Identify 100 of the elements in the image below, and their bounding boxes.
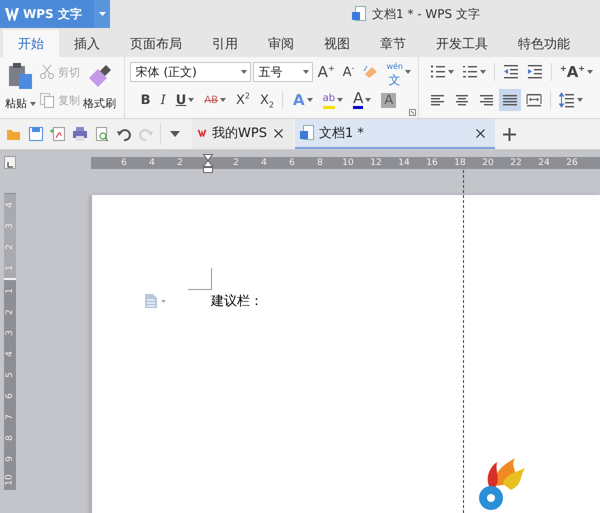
ruler-number: 8 <box>5 434 15 440</box>
ribbon-tab[interactable]: 视图 <box>309 30 365 57</box>
ribbon-tab[interactable]: 开始 <box>3 30 59 57</box>
ruler-number: 4 <box>148 156 156 168</box>
ruler-number: 20 <box>481 156 495 168</box>
indent-icon <box>526 64 543 80</box>
menu-dropdown-button[interactable] <box>94 0 110 28</box>
caret-icon <box>188 98 194 102</box>
align-button[interactable] <box>498 89 521 111</box>
caret-icon <box>337 98 344 102</box>
ruler-number: 3 <box>5 330 15 336</box>
w-logo-icon <box>5 8 19 20</box>
bullet-list-icon <box>430 64 446 80</box>
ruler-number: 2 <box>232 156 240 168</box>
tab-stop-selector[interactable] <box>4 156 16 169</box>
ruler-number: 6 <box>5 392 15 398</box>
font-size-step-button[interactable]: A$^{-}$ <box>340 61 358 83</box>
caret-icon <box>220 98 226 102</box>
ribbon-tab[interactable]: 引用 <box>197 30 253 57</box>
redo-icon <box>138 126 154 142</box>
copy-icon <box>39 92 55 108</box>
document-icon <box>300 125 314 141</box>
ruler-number: 2 <box>176 156 184 168</box>
tab-stop-icon <box>7 162 13 168</box>
close-icon[interactable] <box>272 126 285 140</box>
ruler-number: 10 <box>341 156 355 168</box>
close-icon[interactable] <box>474 126 487 140</box>
ruler-number: 16 <box>425 156 439 168</box>
caret-icon <box>576 98 583 102</box>
text-format-button[interactable]: U <box>172 89 198 111</box>
caret-icon <box>98 12 106 16</box>
font-family-select[interactable]: 宋体 (正文) <box>130 62 251 82</box>
text-format-button[interactable]: A <box>350 89 374 111</box>
phonetic-guide-button[interactable]: wén 文 <box>383 61 414 83</box>
ruler-number: 4 <box>5 350 15 356</box>
numbered-list-icon <box>462 64 478 80</box>
ruler-number: 6 <box>288 156 296 168</box>
text-format-button[interactable]: X$^{2}$ <box>233 89 253 111</box>
ruler-number: 5 <box>5 372 15 378</box>
ruler-number: 22 <box>509 156 523 168</box>
ruler-number: 4 <box>260 156 268 168</box>
app-menu-button[interactable]: WPS 文字 <box>0 0 94 28</box>
ribbon-tab[interactable]: 审阅 <box>253 30 309 57</box>
caret-icon <box>306 98 313 102</box>
margin-corner-mark <box>188 268 212 290</box>
font-size-select[interactable]: 五号 <box>252 62 313 82</box>
ruler-number: 2 <box>5 244 15 250</box>
ribbon-tab[interactable]: 页面布局 <box>115 30 197 57</box>
document-tab[interactable]: 我的WPS <box>192 119 293 149</box>
caret-icon <box>365 98 372 102</box>
caret-icon <box>161 300 166 302</box>
caret-icon <box>302 70 309 74</box>
ruler-number: 3 <box>5 222 15 228</box>
new-tab-icon[interactable] <box>501 126 518 142</box>
caret-icon <box>448 70 454 74</box>
ruler-number: 18 <box>453 156 467 168</box>
document-text: 建议栏： <box>211 293 263 310</box>
pdf-icon <box>50 126 66 142</box>
caret-icon <box>170 131 180 137</box>
caret-icon <box>587 70 593 74</box>
ribbon-tab[interactable]: 开发工具 <box>421 30 503 57</box>
ruler-number: 9 <box>5 456 15 462</box>
document-icon <box>352 6 366 22</box>
text-format-button[interactable]: AB <box>201 89 229 111</box>
print-preview-icon <box>94 126 110 142</box>
ribbon-tab[interactable]: 插入 <box>59 30 115 57</box>
document-tab[interactable]: 文档1 * <box>295 119 495 149</box>
printer-icon <box>72 126 88 142</box>
distribute-icon <box>526 92 542 108</box>
paste-button[interactable]: 粘贴 <box>4 60 37 113</box>
ruler-number: 2 <box>5 308 15 314</box>
save-icon <box>28 126 44 142</box>
ruler-number: 14 <box>397 156 411 168</box>
text-format-button[interactable]: ab <box>320 89 346 111</box>
caret-icon <box>480 70 486 74</box>
undo-icon <box>116 126 132 142</box>
clipboard-icon <box>8 62 34 90</box>
ruler-number: 10 <box>5 474 15 486</box>
format-painter-button[interactable]: 格式刷 <box>82 60 117 113</box>
ruler-number: 24 <box>537 156 551 168</box>
font-size-step-button[interactable]: A$^{+}$ <box>314 61 338 83</box>
eraser-icon <box>362 64 378 80</box>
align-center-icon <box>454 92 470 108</box>
text-format-button[interactable]: B <box>138 89 154 111</box>
ruler-number: 1 <box>5 264 15 270</box>
ribbon-tab[interactable]: 特色功能 <box>503 30 585 57</box>
outdent-icon <box>502 64 519 80</box>
caret-icon <box>404 70 411 74</box>
text-format-button[interactable]: X$_{2}$ <box>257 89 277 111</box>
align-right-icon <box>478 92 494 108</box>
text-format-button[interactable]: I <box>158 89 169 111</box>
scissors-icon <box>39 64 55 80</box>
ruler-number: 6 <box>120 156 128 168</box>
ruler-number: 4 <box>5 202 15 208</box>
paragraph-button[interactable]: $^{+}$A$^{+}$ <box>556 61 596 83</box>
ruler-number: 12 <box>369 156 383 168</box>
align-left-icon <box>430 92 446 108</box>
justify-icon <box>502 92 518 108</box>
dialog-launcher-icon[interactable] <box>408 109 416 116</box>
ribbon-tab[interactable]: 章节 <box>365 30 421 57</box>
